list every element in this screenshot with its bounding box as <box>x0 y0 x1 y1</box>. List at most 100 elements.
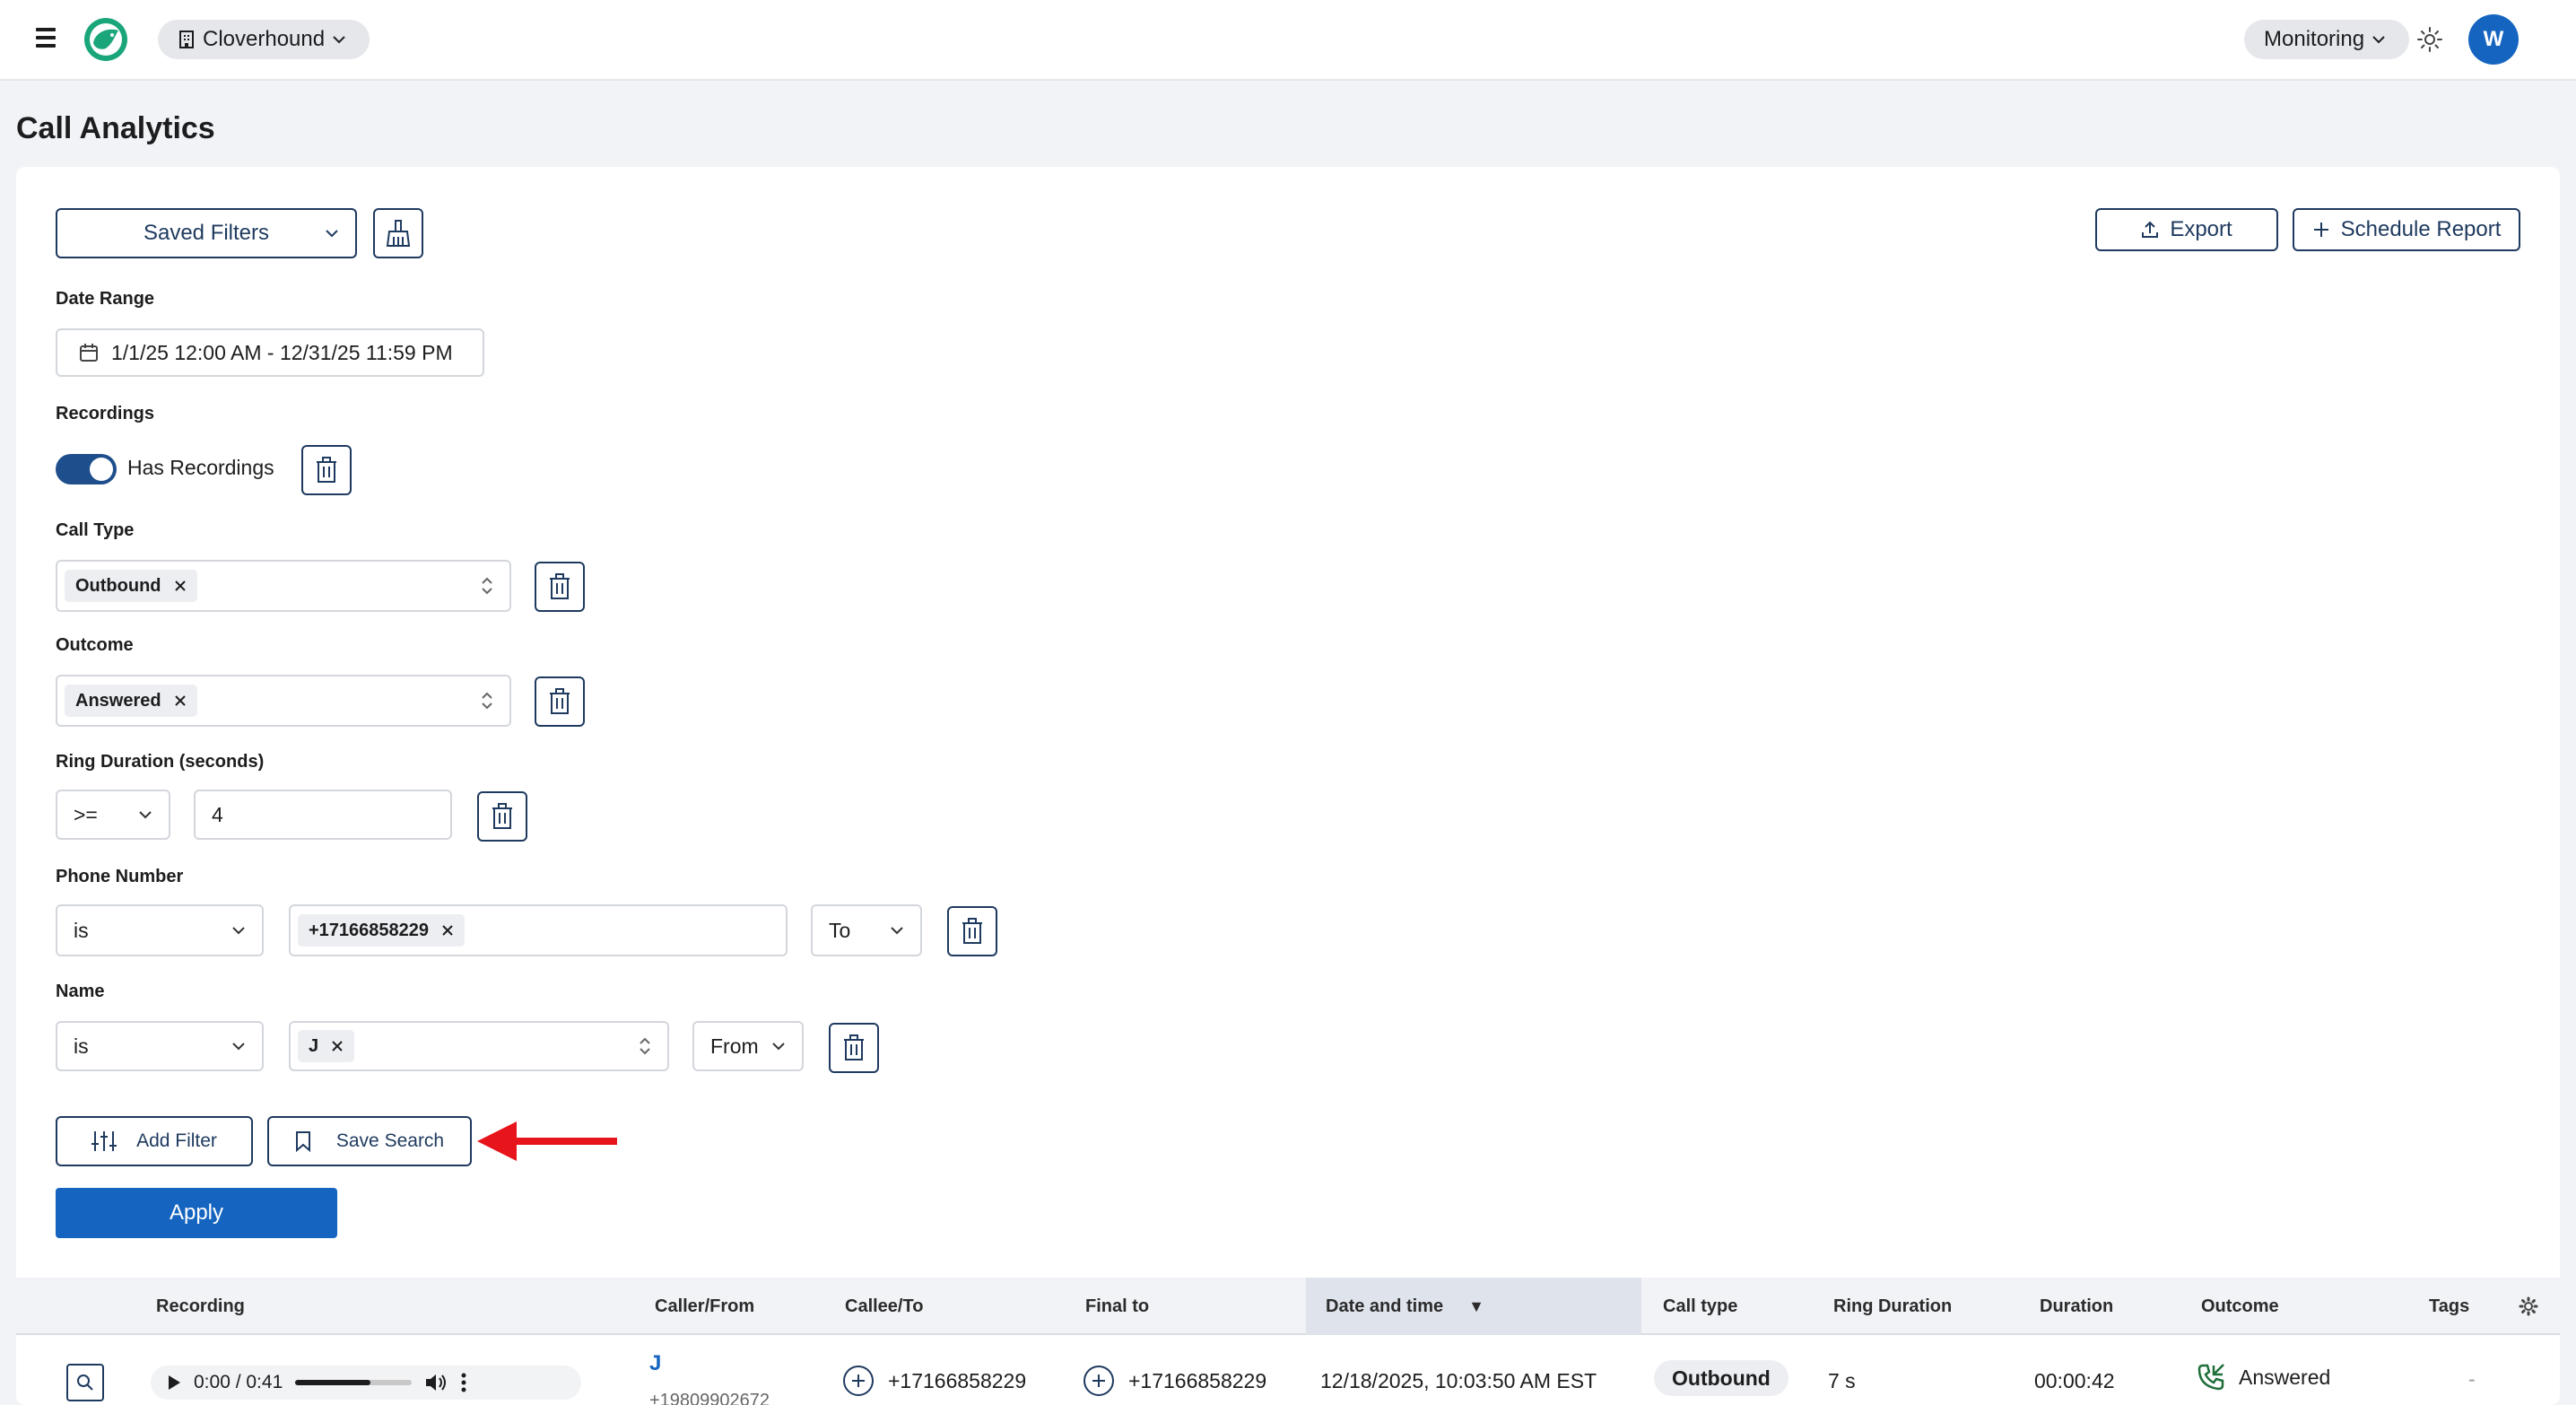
ring-duration-operator-select[interactable]: >= <box>56 790 170 840</box>
phone-answered-icon <box>2197 1364 2224 1391</box>
remove-chip-icon[interactable] <box>174 580 187 592</box>
mode-label: Monitoring <box>2264 27 2365 51</box>
call-type-multiselect[interactable]: Outbound <box>56 560 511 612</box>
recordings-label: Recordings <box>56 404 155 423</box>
calendar-icon <box>80 344 98 362</box>
chevron-down-icon <box>890 926 904 935</box>
direction-value: From <box>710 1034 759 1058</box>
organization-selector[interactable]: Cloverhound <box>158 20 370 59</box>
column-header-duration[interactable]: Duration <box>2040 1278 2113 1335</box>
remove-chip-icon[interactable] <box>441 924 454 937</box>
schedule-report-button[interactable]: Schedule Report <box>2293 208 2520 251</box>
hamburger-menu-icon[interactable] <box>36 28 56 49</box>
chip-label: J <box>309 1035 319 1056</box>
add-contact-plus-icon[interactable] <box>843 1366 874 1396</box>
apply-button[interactable]: Apply <box>56 1188 337 1238</box>
chevron-down-icon <box>231 926 246 935</box>
chip-label: Outbound <box>75 575 161 596</box>
date-time-value: 12/18/2025, 10:03:50 AM EST <box>1320 1369 1597 1392</box>
table-header: Recording Caller/From Callee/To Final to… <box>16 1278 2560 1335</box>
column-header-caller-from[interactable]: Caller/From <box>655 1278 754 1335</box>
delete-phone-number-filter-button[interactable] <box>947 906 997 956</box>
add-filter-button[interactable]: Add Filter <box>56 1116 253 1166</box>
trash-icon <box>550 688 570 714</box>
remove-chip-icon[interactable] <box>174 694 187 707</box>
final-to-cell: +17166858229 <box>1083 1366 1266 1396</box>
column-header-final-to[interactable]: Final to <box>1085 1278 1149 1335</box>
column-header-outcome[interactable]: Outcome <box>2201 1278 2279 1335</box>
updown-chevron-icon <box>639 1036 651 1056</box>
trash-icon <box>844 1034 864 1060</box>
chevron-down-icon <box>771 1042 786 1051</box>
outcome-value: Answered <box>2239 1365 2331 1389</box>
clear-filters-button[interactable] <box>373 208 423 258</box>
date-range-picker[interactable]: 1/1/25 12:00 AM - 12/31/25 11:59 PM <box>56 328 484 377</box>
audio-player[interactable]: 0:00 / 0:41 <box>151 1366 581 1400</box>
trash-icon <box>317 457 336 483</box>
ring-duration-input[interactable]: 4 <box>194 790 452 840</box>
updown-chevron-icon <box>481 576 493 596</box>
user-avatar[interactable]: W <box>2468 14 2519 65</box>
chevron-down-icon <box>325 229 339 238</box>
operator-value: is <box>74 1034 89 1058</box>
call-type-label: Call Type <box>56 520 135 540</box>
phone-number-input[interactable]: +17166858229 <box>289 904 788 956</box>
final-to-number: +17166858229 <box>1128 1368 1267 1392</box>
chip-label: Answered <box>75 690 161 711</box>
name-direction-select[interactable]: From <box>692 1021 804 1071</box>
delete-outcome-filter-button[interactable] <box>535 676 585 727</box>
add-contact-plus-icon[interactable] <box>1083 1366 1114 1396</box>
chevron-down-icon <box>2372 36 2385 44</box>
date-range-value: 1/1/25 12:00 AM - 12/31/25 11:59 PM <box>111 340 453 364</box>
phone-number-direction-select[interactable]: To <box>811 904 922 956</box>
export-button[interactable]: Export <box>2095 208 2278 251</box>
more-options-icon[interactable] <box>460 1372 467 1393</box>
column-header-date-and-time[interactable]: Date and time ▼ <box>1306 1278 1641 1335</box>
remove-chip-icon[interactable] <box>331 1040 344 1052</box>
column-header-recording[interactable]: Recording <box>156 1278 245 1335</box>
outcome-cell: Answered <box>2196 1362 2330 1392</box>
outcome-label: Outcome <box>56 635 134 655</box>
updown-chevron-icon <box>481 691 493 711</box>
sliders-icon <box>91 1131 117 1151</box>
column-header-call-type[interactable]: Call type <box>1663 1278 1737 1335</box>
export-label: Export <box>2170 217 2232 241</box>
trash-icon <box>492 803 512 829</box>
caller-name-link[interactable]: J <box>649 1351 661 1376</box>
delete-ring-duration-filter-button[interactable] <box>477 791 527 842</box>
bookmark-icon <box>295 1131 310 1152</box>
mode-selector[interactable]: Monitoring <box>2244 20 2409 59</box>
column-header-ring-duration[interactable]: Ring Duration <box>1833 1278 1952 1335</box>
outcome-multiselect[interactable]: Answered <box>56 675 511 727</box>
column-header-callee-to[interactable]: Callee/To <box>845 1278 923 1335</box>
theme-toggle-sun-icon[interactable] <box>2416 26 2443 53</box>
chevron-down-icon <box>333 36 345 44</box>
volume-icon[interactable] <box>424 1373 448 1392</box>
play-icon[interactable] <box>167 1374 181 1391</box>
save-search-button[interactable]: Save Search <box>267 1116 472 1166</box>
audio-progress-track[interactable] <box>295 1380 413 1385</box>
view-call-details-button[interactable] <box>66 1364 104 1401</box>
saved-filters-dropdown[interactable]: Saved Filters <box>56 208 357 258</box>
name-operator-select[interactable]: is <box>56 1021 264 1071</box>
app-logo-icon[interactable] <box>83 16 129 63</box>
has-recordings-toggle[interactable] <box>56 454 117 484</box>
broom-icon <box>386 220 411 247</box>
delete-call-type-filter-button[interactable] <box>535 562 585 612</box>
delete-name-filter-button[interactable] <box>829 1023 879 1073</box>
outcome-chip: Answered <box>65 685 197 717</box>
filters-card: Saved Filters Export Schedule Report Dat… <box>16 167 2560 1405</box>
direction-value: To <box>829 918 851 942</box>
name-chip: J <box>298 1030 355 1062</box>
delete-recordings-filter-button[interactable] <box>301 445 352 495</box>
phone-number-chip: +17166858229 <box>298 914 466 947</box>
chip-label: +17166858229 <box>309 920 430 940</box>
phone-number-operator-select[interactable]: is <box>56 904 264 956</box>
add-filter-label: Add Filter <box>136 1130 217 1151</box>
date-range-label: Date Range <box>56 289 155 309</box>
column-header-tags[interactable]: Tags <box>2429 1278 2469 1335</box>
column-settings-gear-icon[interactable] <box>2519 1278 2538 1335</box>
name-multiselect[interactable]: J <box>289 1021 669 1071</box>
audio-progress-fill <box>295 1380 371 1385</box>
callee-cell: +17166858229 <box>843 1366 1026 1396</box>
